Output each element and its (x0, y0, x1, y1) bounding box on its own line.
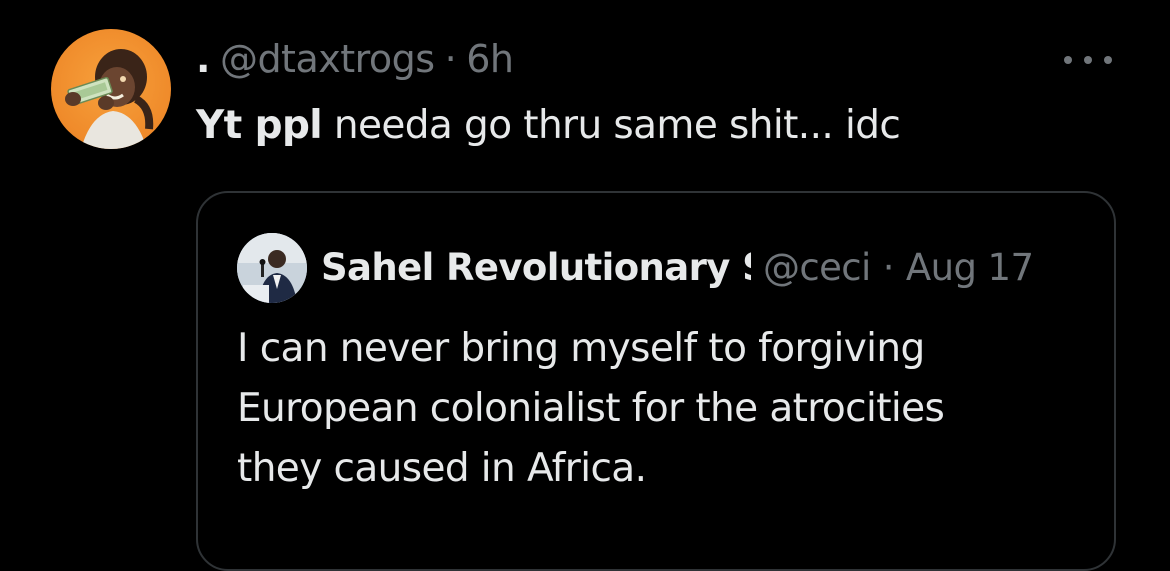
tweet[interactable]: . @dtaxtrogs · 6h Yt ppl needa go thru s… (0, 0, 1170, 571)
tweet-text-rest: needa go thru same shit... idc (322, 103, 901, 148)
cartoon-avatar-icon (65, 49, 154, 149)
quoted-tweet-text: I can never bring myself to forgiving Eu… (237, 319, 1097, 499)
photo-avatar-icon (237, 233, 307, 303)
tweet-header: . @dtaxtrogs · 6h (196, 34, 514, 84)
quoted-text-line: they caused in Africa. (237, 446, 647, 491)
more-dot-3 (1104, 56, 1112, 64)
user-handle[interactable]: @dtaxtrogs (220, 37, 435, 81)
separator-dot: · (444, 37, 457, 81)
tweet-timestamp[interactable]: 6h (466, 37, 514, 81)
quoted-display-name[interactable]: Sahel Revolutionary S (321, 246, 751, 289)
quoted-separator-dot: · (882, 245, 895, 289)
quoted-user-handle[interactable]: @ceci (763, 246, 871, 289)
quoted-tweet-header: Sahel Revolutionary S @ceci · Aug 17 (321, 241, 1081, 293)
more-dot-1 (1064, 56, 1072, 64)
quoted-user-avatar[interactable] (237, 233, 307, 303)
more-options-icon[interactable] (1064, 48, 1112, 72)
user-avatar[interactable] (51, 29, 171, 149)
quoted-tweet[interactable]: Sahel Revolutionary S @ceci · Aug 17 I c… (196, 191, 1116, 571)
tweet-text-bold: Yt ppl (196, 103, 323, 148)
quoted-tweet-date[interactable]: Aug 17 (906, 246, 1034, 289)
quoted-text-line: I can never bring myself to forgiving (237, 326, 925, 371)
tweet-text: Yt ppl needa go thru same shit... idc (196, 101, 901, 151)
more-dot-2 (1084, 56, 1092, 64)
display-name[interactable]: . (196, 37, 210, 81)
quoted-text-line: European colonialist for the atrocities (237, 386, 945, 431)
